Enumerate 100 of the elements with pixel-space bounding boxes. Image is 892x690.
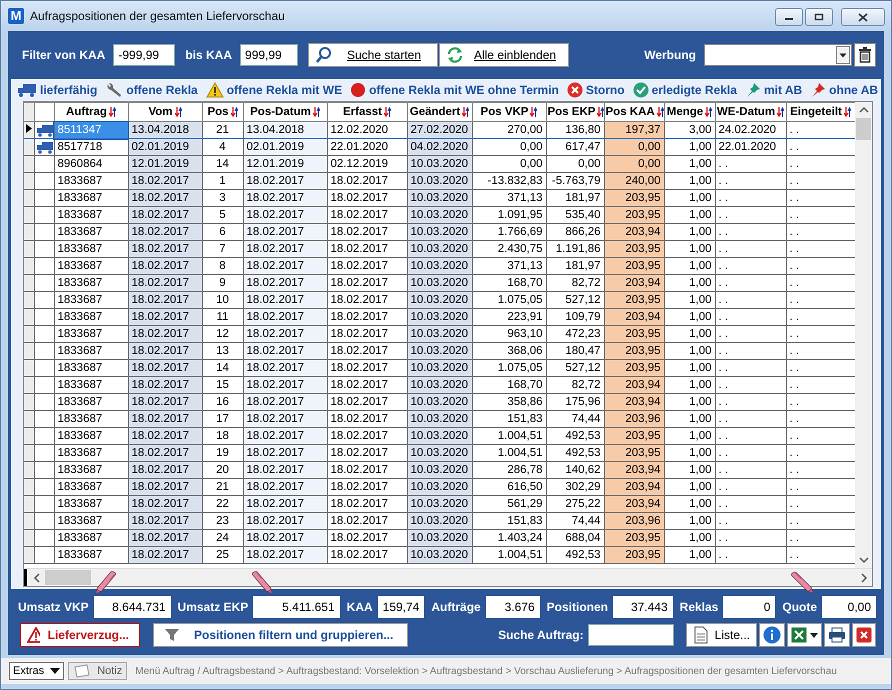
table-cell: 18.02.2017 (243, 376, 327, 394)
table-cell: 23 (202, 512, 243, 530)
table-cell: 18.02.2017 (327, 376, 407, 394)
table-cell: 1833687 (54, 206, 128, 224)
table-cell: . . (715, 462, 786, 478)
table-cell: 25 (202, 546, 243, 564)
table-cell: 0,00 (472, 156, 546, 172)
table-cell: 10.03.2020 (407, 206, 472, 224)
table-cell: 10.03.2020 (407, 376, 472, 394)
table-cell: 12.01.2019 (243, 156, 327, 172)
table-cell: 10.03.2020 (407, 428, 472, 444)
legend-label: mit AB (764, 83, 802, 97)
table-cell: 18.02.2017 (128, 444, 202, 462)
table-cell: 18.02.2017 (243, 394, 327, 410)
table-cell: 13.04.2018 (243, 122, 327, 138)
table-cell: 18.02.2017 (243, 478, 327, 496)
table-cell: 1.766,69 (472, 224, 546, 240)
column-header[interactable]: Pos VKP (472, 102, 546, 122)
table-cell: 18.02.2017 (327, 428, 407, 444)
table-cell: 203,95 (604, 530, 664, 546)
table-cell: 1,00 (664, 530, 715, 546)
table-cell: 18.02.2017 (128, 308, 202, 326)
table-cell: 7 (202, 240, 243, 258)
table-cell: 18.02.2017 (243, 410, 327, 428)
column-header[interactable]: Auftrag (54, 102, 128, 122)
table-cell: 18.02.2017 (128, 410, 202, 428)
table-cell: 10.03.2020 (407, 444, 472, 462)
table-cell: 368,06 (472, 342, 546, 360)
table-cell: 1833687 (54, 444, 128, 462)
table-cell: 1833687 (54, 376, 128, 394)
table-cell: 1,00 (664, 512, 715, 530)
table-cell: 18.02.2017 (243, 206, 327, 224)
table-cell: 203,94 (604, 478, 664, 496)
table-cell: 9 (202, 274, 243, 292)
table-cell: 492,53 (546, 444, 604, 462)
show-all-button[interactable]: Alle einblenden (439, 43, 570, 67)
table-cell: 1833687 (54, 342, 128, 360)
table-cell: 203,95 (604, 206, 664, 224)
legend-label: erledigte Rekla (652, 83, 737, 97)
table-cell: 02.01.2019 (243, 138, 327, 156)
table-cell: 10.03.2020 (407, 530, 472, 546)
table-cell: 688,04 (546, 530, 604, 546)
table-cell: . . (715, 274, 786, 292)
table-cell: 10.03.2020 (407, 512, 472, 530)
table-cell: 74,44 (546, 512, 604, 530)
table-cell: 1,00 (664, 274, 715, 292)
table-cell: 15 (202, 376, 243, 394)
kaa-to-field[interactable]: 999,99 (240, 44, 298, 66)
table-cell: 1,00 (664, 172, 715, 190)
legend-label: ohne AB (829, 83, 878, 97)
table-cell: 18.02.2017 (327, 462, 407, 478)
table-cell: . . (715, 530, 786, 546)
table-cell: 18.02.2017 (327, 478, 407, 496)
table-cell: 1,00 (664, 240, 715, 258)
total-value: 159,74 (378, 596, 424, 618)
table-cell: 04.02.2020 (407, 138, 472, 156)
list-button[interactable]: Liste... (686, 623, 757, 647)
table-cell: 1,00 (664, 258, 715, 274)
extras-dropdown[interactable]: Extras (9, 662, 64, 680)
column-header[interactable]: Erfasst (327, 102, 407, 122)
column-header[interactable]: Menge (664, 102, 715, 122)
table-cell: 22.01.2020 (327, 138, 407, 156)
table-cell: 371,13 (472, 258, 546, 274)
table-cell: 18.02.2017 (327, 206, 407, 224)
table-cell: 19 (202, 444, 243, 462)
table-cell: 1833687 (54, 546, 128, 564)
table-cell: 18.02.2017 (243, 258, 327, 274)
table-cell: 10.03.2020 (407, 360, 472, 376)
table-cell: 1833687 (54, 292, 128, 308)
search-button[interactable]: Suche starten (308, 43, 438, 67)
column-header[interactable]: Pos (202, 102, 243, 122)
column-header[interactable]: Pos KAA (604, 102, 664, 122)
table-cell: 18.02.2017 (128, 546, 202, 564)
table-cell: 18.02.2017 (243, 428, 327, 444)
table-cell: 18.02.2017 (243, 546, 327, 564)
column-header[interactable]: Eingeteilt (786, 102, 855, 122)
table-cell: 18.02.2017 (128, 496, 202, 512)
table-cell: 18.02.2017 (243, 190, 327, 206)
filter-group-button[interactable]: Positionen filtern und gruppieren... (153, 623, 408, 647)
table-cell: 203,95 (604, 190, 664, 206)
table-cell: 109,79 (546, 308, 604, 326)
table-cell: 203,94 (604, 496, 664, 512)
column-header[interactable]: WE-Datum (715, 102, 786, 122)
column-header[interactable]: Geändert (407, 102, 472, 122)
table-cell: 203,95 (604, 428, 664, 444)
table-cell: 1 (202, 172, 243, 190)
column-header[interactable]: Vom (128, 102, 202, 122)
table-cell: 10.03.2020 (407, 274, 472, 292)
breadcrumb: Menü Auftrag / Auftragsbestand > Auftragsbestand: Vorselektion > Auftragsbestand > Vorschau Auslieferung > Aufragspositionen der gesamten Liefervorschau (135, 666, 837, 676)
table-cell: 18.02.2017 (327, 444, 407, 462)
table-cell: 1833687 (54, 394, 128, 410)
total-value: 8.644.731 (94, 596, 171, 618)
table-cell: 203,94 (604, 308, 664, 326)
column-header[interactable]: Pos-Datum (243, 102, 327, 122)
table-cell: 8 (202, 258, 243, 274)
delivery-delay-button[interactable]: Lieferverzug... (20, 623, 140, 647)
table-cell: 24.02.2020 (715, 122, 786, 138)
kaa-from-field[interactable]: -999,99 (113, 44, 176, 66)
note-button[interactable]: Notiz (68, 662, 128, 680)
column-header[interactable]: Pos EKP (546, 102, 604, 122)
